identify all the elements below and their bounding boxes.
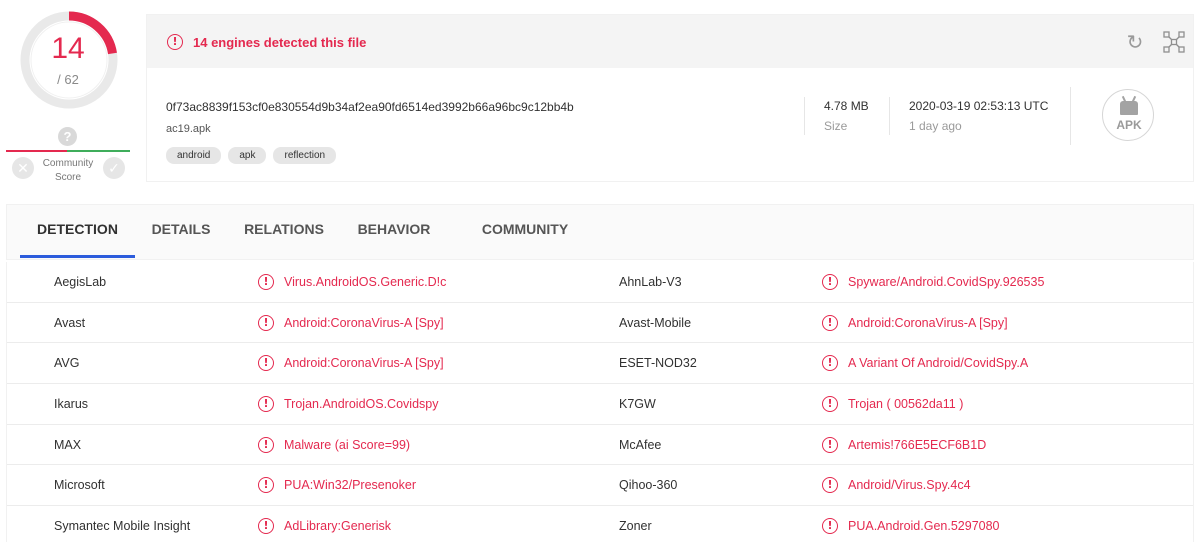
alert-icon: ! [822, 436, 838, 453]
engine-name: Zoner [619, 519, 652, 534]
engine-name: Microsoft [54, 478, 105, 493]
detection-result[interactable]: Android:CoronaVirus-A [Spy] [284, 343, 444, 383]
engine-name: Symantec Mobile Insight [54, 519, 191, 534]
alert-icon: ! [258, 274, 274, 290]
alert-icon: ! [822, 477, 838, 494]
engine-name: Ikarus [54, 397, 89, 412]
file-type-label: APK [1116, 118, 1142, 132]
alert-icon: ! [258, 355, 274, 372]
file-size-value: 4.78 MB [824, 99, 869, 113]
detection-banner-text: 14 engines detected this file [193, 35, 367, 50]
graph-icon[interactable] [1162, 30, 1186, 54]
active-tab-indicator [20, 255, 135, 258]
detection-result[interactable]: Artemis!766E5ECF6B1D [848, 425, 986, 465]
engine-name: ESET-NOD32 [619, 356, 697, 371]
table-row: Avast ! Android:CoronaVirus-A [Spy] Avas… [7, 303, 1193, 344]
engine-total: / 62 [57, 72, 79, 87]
table-row: Microsoft ! PUA:Win32/Presenoker Qihoo-3… [7, 465, 1193, 507]
refresh-icon[interactable]: ↻ [1124, 31, 1146, 53]
engine-name: MAX [54, 437, 82, 452]
tab-community[interactable]: COMMUNITY [469, 205, 581, 259]
engine-name: AVG [54, 356, 80, 371]
alert-icon: ! [822, 355, 838, 372]
alert-icon: ! [258, 518, 274, 535]
engine-name: AhnLab-V3 [619, 275, 682, 289]
engine-name: K7GW [619, 397, 656, 412]
alert-icon: ! [822, 396, 838, 413]
detection-result[interactable]: Spyware/Android.CovidSpy.926535 [848, 262, 1044, 302]
check-icon[interactable]: ✓ [103, 157, 125, 179]
detection-result[interactable]: Trojan ( 00562da11 ) [848, 384, 963, 424]
detection-count: 14 [51, 32, 85, 65]
file-tags: android apk reflection [166, 147, 337, 164]
table-row: AegisLab ! Virus.AndroidOS.Generic.D!c A… [7, 262, 1193, 303]
community-score-label: Community Score [42, 158, 94, 183]
detection-result[interactable]: A Variant Of Android/CovidSpy.A [848, 343, 1028, 383]
detection-result[interactable]: PUA.Android.Gen.5297080 [848, 506, 1000, 542]
divider [1070, 87, 1071, 145]
tab-detection[interactable]: DETECTION [20, 205, 135, 259]
detection-banner: ! 14 engines detected this file ↻ [147, 15, 1193, 68]
table-row: Ikarus ! Trojan.AndroidOS.Covidspy K7GW … [7, 384, 1193, 425]
analysis-date-label: 1 day ago [909, 119, 962, 133]
engine-name: McAfee [619, 437, 662, 452]
tab-details[interactable]: DETAILS [142, 205, 220, 259]
alert-icon: ! [258, 314, 274, 331]
alert-icon: ! [258, 436, 274, 453]
detection-result[interactable]: Trojan.AndroidOS.Covidspy [284, 384, 438, 424]
file-hash[interactable]: 0f73ac8839f153cf0e830554d9b34af2ea90fd65… [166, 100, 574, 114]
alert-icon: ! [822, 314, 838, 331]
table-row: MAX ! Malware (ai Score=99) McAfee ! Art… [7, 425, 1193, 466]
detection-result[interactable]: Malware (ai Score=99) [284, 425, 410, 465]
file-summary-card: ! 14 engines detected this file ↻ 0f73ac… [146, 14, 1194, 182]
file-type-badge: APK [1102, 89, 1154, 141]
file-name: ac19.apk [166, 123, 211, 135]
alert-icon: ! [822, 274, 838, 290]
detection-result[interactable]: PUA:Win32/Presenoker [284, 465, 416, 505]
alert-icon: ! [258, 396, 274, 413]
detection-score-widget: 14 / 62 ? ✕ Community Score ✓ [0, 0, 140, 200]
tab-behavior[interactable]: BEHAVIOR [348, 205, 440, 259]
community-score-bar-negative [6, 150, 67, 152]
alert-icon: ! [258, 477, 274, 494]
community-score-bar-positive [67, 150, 130, 152]
engine-name: Qihoo-360 [619, 478, 678, 493]
detection-result[interactable]: Android:CoronaVirus-A [Spy] [848, 303, 1008, 343]
file-size-label: Size [824, 119, 848, 133]
detection-table: AegisLab ! Virus.AndroidOS.Generic.D!c A… [6, 262, 1194, 542]
divider [804, 97, 805, 135]
tag[interactable]: apk [228, 147, 267, 164]
close-icon[interactable]: ✕ [12, 157, 34, 179]
detection-result[interactable]: Android/Virus.Spy.4c4 [848, 465, 971, 505]
detection-result[interactable]: Virus.AndroidOS.Generic.D!c [284, 262, 446, 302]
alert-icon: ! [167, 34, 183, 50]
engine-name: AegisLab [54, 275, 107, 289]
tag[interactable]: android [166, 147, 222, 164]
divider [889, 97, 890, 135]
tab-relations[interactable]: RELATIONS [235, 205, 333, 259]
alert-icon: ! [822, 518, 838, 535]
table-row: AVG ! Android:CoronaVirus-A [Spy] ESET-N… [7, 343, 1193, 385]
android-icon [1120, 101, 1138, 115]
detection-result[interactable]: AdLibrary:Generisk [284, 506, 391, 542]
tag[interactable]: reflection [273, 147, 337, 164]
engine-name: Avast-Mobile [619, 315, 692, 330]
analysis-date-value: 2020-03-19 02:53:13 UTC [909, 99, 1049, 113]
detection-result[interactable]: Android:CoronaVirus-A [Spy] [284, 303, 444, 343]
tab-bar: DETECTION DETAILS RELATIONS BEHAVIOR COM… [6, 204, 1194, 260]
question-icon[interactable]: ? [58, 127, 77, 146]
table-row: Symantec Mobile Insight ! AdLibrary:Gene… [7, 506, 1193, 542]
engine-name: Avast [54, 315, 86, 330]
